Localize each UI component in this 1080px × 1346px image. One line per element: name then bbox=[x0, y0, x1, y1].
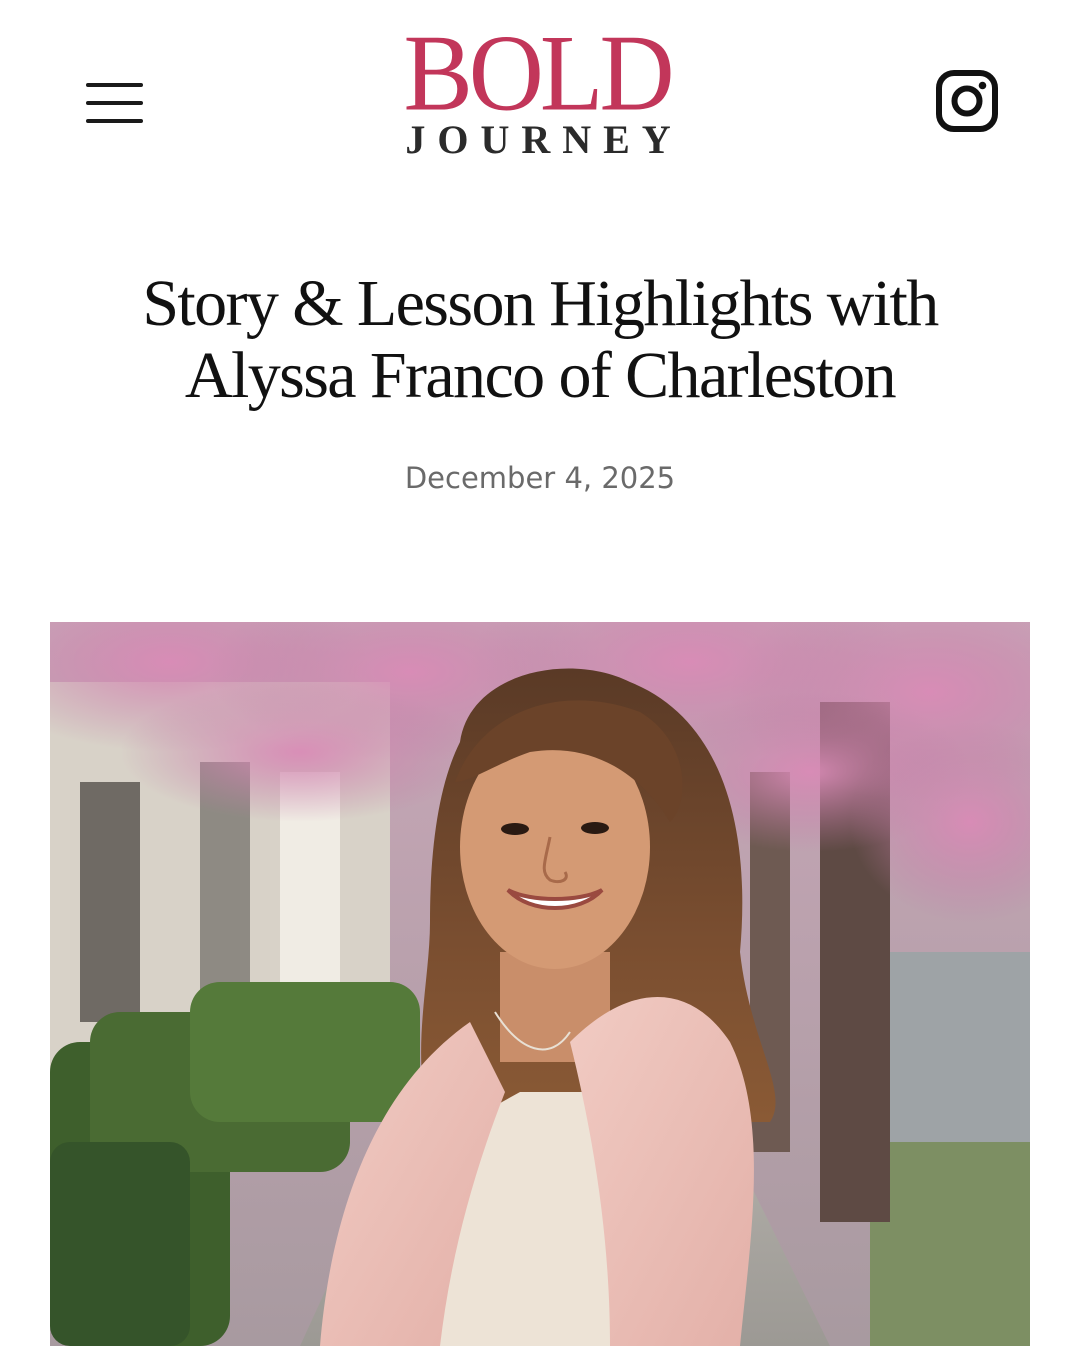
site-logo[interactable]: BOLD JOURNEY bbox=[390, 19, 690, 168]
article-date: December 4, 2025 bbox=[404, 461, 676, 495]
instagram-icon bbox=[936, 70, 998, 132]
menu-button[interactable] bbox=[80, 78, 148, 128]
site-header: BOLD JOURNEY bbox=[0, 0, 1080, 200]
article-title-line-2: Alyssa Franco of Charleston bbox=[184, 339, 897, 412]
article-title: Story & Lesson Highlights with Alyssa Fr… bbox=[60, 268, 1020, 412]
instagram-button[interactable] bbox=[930, 64, 1004, 138]
logo-wordmark-top: BOLD bbox=[403, 13, 674, 134]
hero-image bbox=[50, 622, 1030, 1346]
article-title-line-1: Story & Lesson Highlights with bbox=[142, 267, 939, 340]
